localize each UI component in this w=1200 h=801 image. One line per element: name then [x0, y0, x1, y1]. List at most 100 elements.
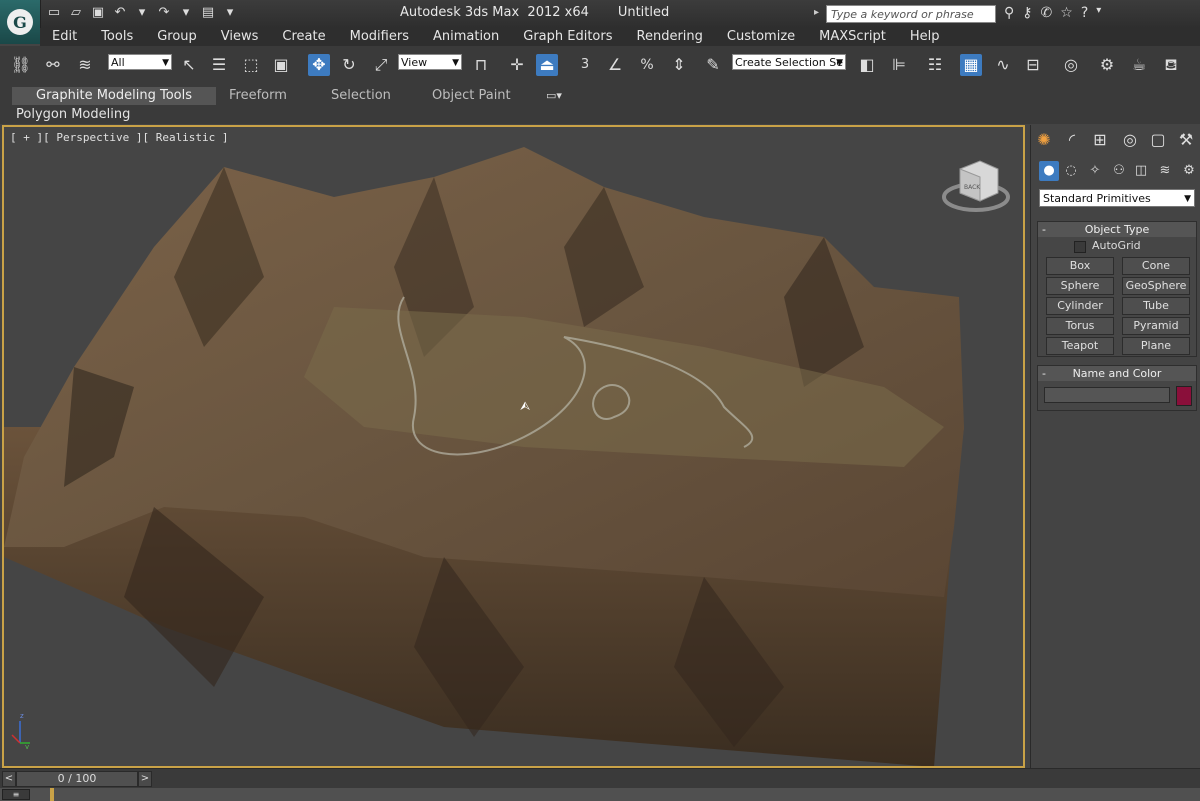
- helpers-icon[interactable]: ◫: [1131, 161, 1151, 181]
- autogrid-checkbox[interactable]: [1074, 241, 1086, 253]
- menu-graph-editors[interactable]: Graph Editors: [511, 28, 624, 46]
- redo-icon[interactable]: ↷: [156, 5, 172, 21]
- layer-manager-icon[interactable]: ☷: [924, 54, 946, 76]
- favorites-star-icon[interactable]: ☆: [1060, 5, 1073, 21]
- snaps-toggle-icon[interactable]: 3: [574, 54, 596, 76]
- display-panel-icon[interactable]: ▢: [1147, 129, 1169, 151]
- mini-curve-editor-icon[interactable]: ≡: [2, 789, 30, 800]
- viewport-label-menu[interactable]: [ + ][ Perspective ][ Realistic ]: [10, 131, 229, 144]
- box-button[interactable]: Box: [1046, 257, 1114, 275]
- communication-icon[interactable]: ✆: [1041, 5, 1053, 21]
- project-folder-icon[interactable]: ▤: [200, 5, 216, 21]
- sphere-button[interactable]: Sphere: [1046, 277, 1114, 295]
- key-icon[interactable]: ⚷: [1022, 5, 1032, 21]
- infocenter-search-input[interactable]: Type a keyword or phrase: [826, 5, 996, 23]
- window-crossing-icon[interactable]: ▣: [270, 54, 292, 76]
- space-warps-icon[interactable]: ≋: [1155, 161, 1175, 181]
- geosphere-button[interactable]: GeoSphere: [1122, 277, 1190, 295]
- viewcube[interactable]: BACK: [940, 157, 1012, 221]
- undo-dropdown-icon[interactable]: ▾: [134, 5, 150, 21]
- teapot-button[interactable]: Teapot: [1046, 337, 1114, 355]
- align-icon[interactable]: ⊫: [888, 54, 910, 76]
- name-and-color-header[interactable]: - Name and Color: [1038, 366, 1196, 381]
- select-by-name-icon[interactable]: ☰: [208, 54, 230, 76]
- mirror-icon[interactable]: ◧: [856, 54, 878, 76]
- ribbon-minimize-icon[interactable]: ▭▾: [546, 87, 562, 105]
- angle-snap-icon[interactable]: ∠: [604, 54, 626, 76]
- tab-selection[interactable]: Selection: [331, 87, 391, 105]
- search-expand-icon[interactable]: ▸: [814, 7, 819, 18]
- utilities-panel-icon[interactable]: ⚒: [1175, 129, 1197, 151]
- object-color-swatch[interactable]: [1176, 386, 1192, 406]
- menu-group[interactable]: Group: [145, 28, 209, 46]
- redo-dropdown-icon[interactable]: ▾: [178, 5, 194, 21]
- new-file-icon[interactable]: ▭: [46, 5, 62, 21]
- keyboard-shortcut-override-icon[interactable]: ⏏: [536, 54, 558, 76]
- cylinder-button[interactable]: Cylinder: [1046, 297, 1114, 315]
- systems-icon[interactable]: ⚙: [1179, 161, 1199, 181]
- tab-freeform[interactable]: Freeform: [229, 87, 287, 105]
- application-button[interactable]: G: [0, 0, 41, 44]
- menu-create[interactable]: Create: [270, 28, 337, 46]
- unlink-selection-icon[interactable]: ⚯: [42, 54, 64, 76]
- select-and-link-icon[interactable]: ⛓: [10, 54, 32, 76]
- time-slider-next-button[interactable]: >: [138, 771, 152, 787]
- object-type-header[interactable]: - Object Type: [1038, 222, 1196, 237]
- rectangular-selection-icon[interactable]: ⬚: [240, 54, 262, 76]
- undo-icon[interactable]: ↶: [112, 5, 128, 21]
- torus-button[interactable]: Torus: [1046, 317, 1114, 335]
- spinner-snap-icon[interactable]: ⇕: [668, 54, 690, 76]
- plane-button[interactable]: Plane: [1122, 337, 1190, 355]
- use-pivot-center-icon[interactable]: ⊓: [470, 54, 492, 76]
- tube-button[interactable]: Tube: [1122, 297, 1190, 315]
- help-button[interactable]: ?: [1081, 5, 1088, 21]
- create-panel-icon[interactable]: ✺: [1033, 129, 1055, 151]
- polygon-modeling-panel[interactable]: Polygon Modeling: [16, 106, 130, 124]
- select-and-manipulate-icon[interactable]: ✛: [506, 54, 528, 76]
- time-slider-prev-button[interactable]: <: [2, 771, 16, 787]
- rendered-frame-icon[interactable]: ☕: [1128, 54, 1150, 76]
- geometry-icon[interactable]: ●: [1039, 161, 1059, 181]
- reference-coordinate-dropdown[interactable]: View ▼: [398, 54, 462, 70]
- schematic-view-icon[interactable]: ⊟: [1022, 54, 1044, 76]
- cameras-icon[interactable]: ⚇: [1109, 161, 1129, 181]
- select-and-rotate-icon[interactable]: ↻: [338, 54, 360, 76]
- curve-editor-icon[interactable]: ∿: [992, 54, 1014, 76]
- tab-object-paint[interactable]: Object Paint: [432, 87, 511, 105]
- select-and-move-icon[interactable]: ✥: [308, 54, 330, 76]
- open-file-icon[interactable]: ▱: [68, 5, 84, 21]
- track-bar[interactable]: ≡: [0, 788, 1200, 801]
- shapes-icon[interactable]: ◌: [1061, 161, 1081, 181]
- cone-button[interactable]: Cone: [1122, 257, 1190, 275]
- modify-panel-icon[interactable]: ◜: [1061, 129, 1083, 151]
- motion-panel-icon[interactable]: ◎: [1119, 129, 1141, 151]
- material-editor-icon[interactable]: ◎: [1060, 54, 1082, 76]
- edit-named-selection-icon[interactable]: ✎: [702, 54, 724, 76]
- help-dropdown-icon[interactable]: ▾: [1096, 5, 1101, 21]
- graphite-toggle-icon[interactable]: ▦: [960, 54, 982, 76]
- hierarchy-panel-icon[interactable]: ⊞: [1089, 129, 1111, 151]
- menu-views[interactable]: Views: [209, 28, 271, 46]
- perspective-viewport[interactable]: [ + ][ Perspective ][ Realistic ] ⮙ BACK…: [2, 125, 1025, 768]
- menu-maxscript[interactable]: MAXScript: [807, 28, 898, 46]
- customize-qa-icon[interactable]: ▾: [222, 5, 238, 21]
- menu-rendering[interactable]: Rendering: [625, 28, 715, 46]
- time-slider[interactable]: 0 / 100: [16, 771, 138, 787]
- tab-graphite-modeling-tools[interactable]: Graphite Modeling Tools: [12, 87, 217, 105]
- render-production-icon[interactable]: ⛾: [1160, 54, 1182, 76]
- percent-snap-icon[interactable]: %: [636, 54, 658, 76]
- bind-space-warp-icon[interactable]: ≋: [74, 54, 96, 76]
- menu-animation[interactable]: Animation: [421, 28, 511, 46]
- named-selection-sets-dropdown[interactable]: Create Selection Se ▼: [732, 54, 846, 70]
- object-category-dropdown[interactable]: Standard Primitives ▼: [1039, 189, 1195, 207]
- menu-edit[interactable]: Edit: [40, 28, 89, 46]
- pyramid-button[interactable]: Pyramid: [1122, 317, 1190, 335]
- menu-tools[interactable]: Tools: [89, 28, 145, 46]
- selection-filter-dropdown[interactable]: All ▼: [108, 54, 172, 70]
- object-name-input[interactable]: [1044, 387, 1170, 403]
- lights-icon[interactable]: ✧: [1085, 161, 1105, 181]
- render-setup-icon[interactable]: ⚙: [1096, 54, 1118, 76]
- save-file-icon[interactable]: ▣: [90, 5, 106, 21]
- select-and-scale-icon[interactable]: ⤢: [370, 54, 392, 76]
- menu-help[interactable]: Help: [898, 28, 952, 46]
